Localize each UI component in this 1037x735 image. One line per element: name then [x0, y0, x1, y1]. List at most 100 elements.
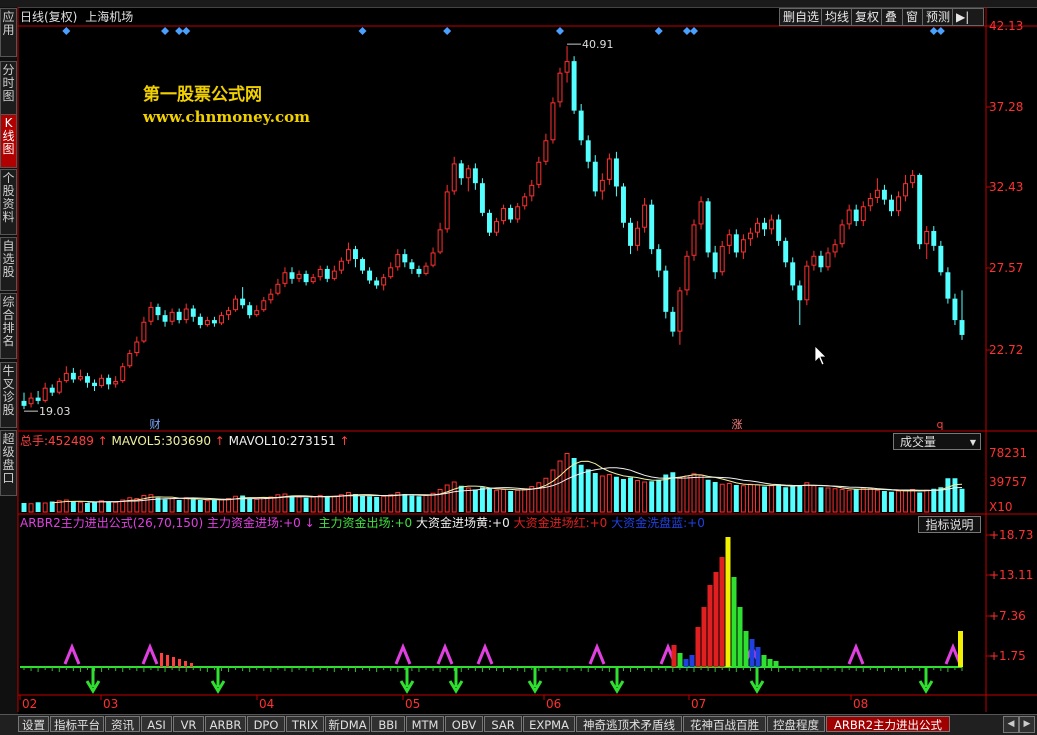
candle: [755, 217, 760, 238]
candle-body: [832, 244, 838, 253]
volume-bar: [99, 500, 105, 513]
remove-watchlist-button[interactable]: 删自选: [779, 8, 827, 26]
bottom-tab-10[interactable]: MTM: [406, 716, 444, 732]
candle-body: [762, 222, 767, 230]
tabs-next-arrow[interactable]: ▶: [1019, 716, 1035, 733]
volume-bar: [141, 495, 147, 513]
bottom-tab-5[interactable]: ARBR: [205, 716, 246, 732]
volume-bar: [176, 500, 182, 512]
candle-body: [670, 311, 676, 332]
bottom-tab-0[interactable]: 设置: [18, 716, 49, 732]
volume-bar: [896, 490, 901, 513]
bottom-tab-17[interactable]: ARBR2主力进出公式: [826, 716, 950, 732]
bottom-tab-13[interactable]: EXPMA: [523, 716, 575, 732]
candle-body: [190, 308, 196, 317]
candle: [529, 179, 535, 202]
candle: [592, 155, 598, 197]
bottom-tab-2[interactable]: 资讯: [105, 716, 140, 732]
candle-body: [141, 321, 147, 342]
candle-body: [543, 140, 549, 162]
candle: [677, 287, 683, 345]
volume-bar: [317, 495, 323, 513]
candle-body: [211, 320, 217, 324]
candle-body: [310, 277, 316, 283]
candle-body: [691, 224, 697, 256]
candle-body: [663, 270, 669, 312]
candle: [240, 287, 246, 309]
candle-body: [931, 231, 937, 246]
volume-bar: [762, 486, 767, 512]
month-label: 02: [22, 697, 37, 711]
candle-body: [77, 376, 83, 380]
candle: [458, 160, 464, 185]
candle: [275, 278, 281, 296]
indicator-signal-bar: [767, 659, 773, 667]
volume-bar: [592, 473, 598, 512]
volume-bar: [698, 474, 704, 513]
volume-bar: [70, 501, 76, 512]
entry-peak-icon: [436, 643, 454, 665]
candle-body: [148, 306, 154, 322]
bottom-tab-14[interactable]: 神奇逃顶术矛盾线: [576, 716, 682, 732]
bottom-tab-9[interactable]: BBI: [371, 716, 405, 732]
candle-body: [592, 161, 598, 192]
candle: [924, 226, 930, 260]
play-arrow-icon[interactable]: ▶|: [952, 8, 984, 26]
volume-bar: [226, 498, 231, 513]
bottom-tab-12[interactable]: SAR: [484, 716, 522, 732]
month-label: 03: [103, 697, 118, 711]
candle-body: [63, 372, 69, 382]
candle: [663, 265, 669, 319]
candle: [571, 56, 577, 114]
candle-body: [938, 245, 944, 273]
bottom-tab-3[interactable]: ASI: [141, 716, 172, 732]
volume-selector-label: 成交量: [900, 435, 937, 449]
volume-bar: [444, 484, 450, 513]
bottom-tab-7[interactable]: TRIX: [286, 716, 324, 732]
volume-bar: [853, 489, 859, 512]
volume-bar: [867, 488, 873, 513]
candle-body: [402, 254, 408, 263]
candle: [162, 310, 168, 327]
candle: [719, 240, 725, 276]
indicator-signal-bar: [755, 647, 761, 667]
bottom-tab-6[interactable]: DPO: [247, 716, 285, 732]
volume-selector[interactable]: 成交量 ▼: [893, 433, 981, 450]
candle-body: [162, 315, 168, 322]
tabs-prev-arrow[interactable]: ◀: [1003, 716, 1019, 733]
volume-bar: [684, 475, 690, 513]
bottom-tab-8[interactable]: 新DMA: [325, 716, 370, 732]
candle-body: [479, 183, 485, 213]
candle: [472, 163, 478, 190]
candle: [409, 259, 415, 274]
volume-bar: [487, 488, 492, 512]
candle: [437, 222, 443, 255]
volume-bar: [479, 487, 485, 512]
candle-body: [367, 270, 373, 281]
indicator-item-label: 主力资金出场:: [318, 515, 394, 530]
volume-bar: [169, 498, 175, 513]
candle-body: [945, 272, 951, 299]
indicator-help-button[interactable]: 指标说明: [918, 516, 981, 533]
indicator-signal-bar: [731, 577, 737, 667]
candle: [691, 219, 697, 261]
volume-bar: [543, 477, 549, 513]
bottom-tab-11[interactable]: OBV: [445, 716, 483, 732]
candle-body: [42, 387, 48, 401]
bottom-tab-4[interactable]: VR: [173, 716, 204, 732]
bottom-tab-15[interactable]: 花神百战百胜: [683, 716, 766, 732]
bottom-tab-1[interactable]: 指标平台: [50, 716, 104, 732]
candle-body: [677, 290, 683, 332]
event-marker: q: [937, 418, 944, 431]
candle: [578, 104, 584, 146]
candle: [148, 301, 154, 326]
volume-bar: [21, 503, 27, 512]
volume-bar: [458, 485, 464, 512]
candle: [656, 244, 662, 278]
candle-body: [338, 260, 344, 271]
candle-body: [430, 252, 436, 266]
candle-body: [183, 308, 189, 321]
bottom-tab-16[interactable]: 控盘程度: [767, 716, 825, 732]
candle-body: [353, 249, 358, 260]
indicator-item-value: +0: [687, 516, 705, 530]
